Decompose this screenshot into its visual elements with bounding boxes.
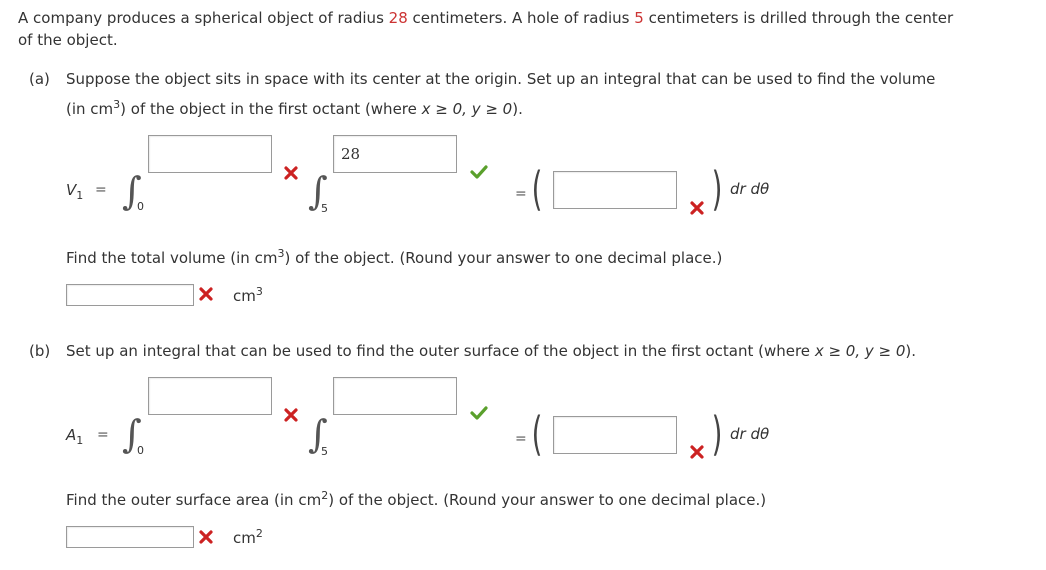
part-b-surface-unit: cm2 bbox=[233, 527, 263, 547]
part-a-equals: = bbox=[95, 182, 107, 198]
x-mark-icon bbox=[199, 287, 213, 301]
part-b-condition: x ≥ 0, y ≥ 0 bbox=[814, 342, 906, 360]
part-a-inner-lower-limit: 5 bbox=[321, 202, 328, 215]
part-a-volume-answer-input[interactable] bbox=[66, 284, 194, 306]
part-a-close-paren: ) bbox=[711, 162, 723, 216]
x-mark-icon bbox=[690, 445, 704, 459]
part-a-open-paren: ( bbox=[531, 162, 543, 216]
intro-text-2: centimeters. A hole of radius bbox=[407, 9, 635, 27]
part-a-outer-upper-limit-input[interactable] bbox=[148, 135, 272, 173]
part-a-volume-unit: cm3 bbox=[233, 285, 263, 305]
x-mark-icon bbox=[284, 408, 298, 422]
problem-intro-line2: of the object. bbox=[18, 31, 118, 49]
part-a-label: (a) bbox=[29, 70, 50, 88]
part-b-inner-upper-limit-input[interactable] bbox=[333, 377, 457, 415]
part-a-total-question: Find the total volume (in cm3) of the ob… bbox=[66, 247, 723, 267]
part-b-differentials: dr dθ bbox=[730, 425, 770, 443]
part-b-close-paren: ) bbox=[711, 407, 723, 461]
intro-text-3: centimeters is drilled through the cente… bbox=[643, 9, 954, 27]
part-b-surface-answer-input[interactable] bbox=[66, 526, 194, 548]
check-mark-icon bbox=[470, 406, 488, 420]
part-b-open-paren: ( bbox=[531, 407, 543, 461]
part-a-question-line1: Suppose the object sits in space with it… bbox=[66, 70, 936, 88]
part-b-total-question: Find the outer surface area (in cm2) of … bbox=[66, 489, 767, 509]
part-a-inner-upper-limit-input[interactable]: 28 bbox=[333, 135, 457, 173]
intro-text-1: A company produces a spherical object of… bbox=[18, 9, 389, 27]
part-b-integrand-input[interactable] bbox=[553, 416, 677, 454]
part-b-inner-lower-limit: 5 bbox=[321, 445, 328, 458]
hole-value: 5 bbox=[634, 9, 644, 27]
part-b-outer-upper-limit-input[interactable] bbox=[148, 377, 272, 415]
problem-intro-line1: A company produces a spherical object of… bbox=[18, 9, 953, 27]
part-b-equals-2: = bbox=[515, 431, 527, 447]
part-b-equals: = bbox=[97, 427, 109, 443]
part-b-label: (b) bbox=[29, 342, 51, 360]
part-a-outer-lower-limit: 0 bbox=[137, 200, 144, 213]
x-mark-icon bbox=[690, 201, 704, 215]
x-mark-icon bbox=[284, 166, 298, 180]
part-b-outer-lower-limit: 0 bbox=[137, 444, 144, 457]
part-a-differentials: dr dθ bbox=[730, 180, 770, 198]
part-a-lhs: V1 bbox=[66, 181, 84, 202]
check-mark-icon bbox=[470, 165, 488, 179]
part-b-question: Set up an integral that can be used to f… bbox=[66, 342, 917, 360]
part-b-lhs: A1 bbox=[66, 426, 84, 447]
x-mark-icon bbox=[199, 530, 213, 544]
part-a-question-line2: (in cm3) of the object in the first octa… bbox=[66, 98, 523, 118]
part-a-integrand-input[interactable] bbox=[553, 171, 677, 209]
radius-value: 28 bbox=[388, 9, 408, 27]
part-a-condition: x ≥ 0, y ≥ 0 bbox=[421, 100, 513, 118]
part-a-equals-2: = bbox=[515, 186, 527, 202]
